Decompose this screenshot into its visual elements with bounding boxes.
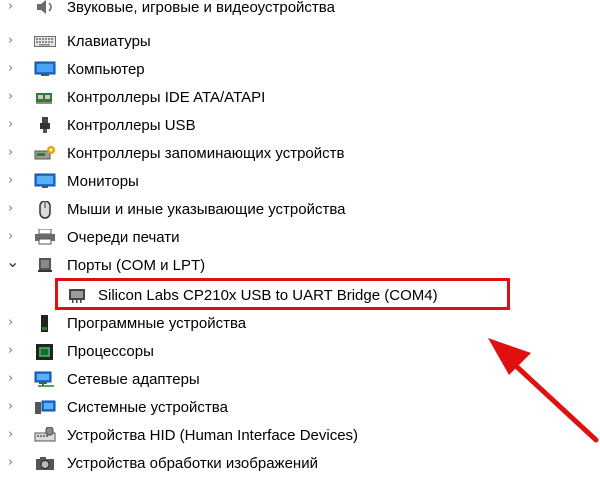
chevron-right-icon[interactable]: › xyxy=(8,456,20,469)
tree-item-label: Контроллеры USB xyxy=(67,117,196,134)
tree-item-label: Устройства HID (Human Interface Devices) xyxy=(67,427,359,444)
chevron-right-icon[interactable]: › xyxy=(8,344,20,357)
tree-item-label: Устройства обработки изображений xyxy=(67,455,318,472)
chevron-right-icon[interactable]: › xyxy=(8,202,20,215)
tree-item-label: Мониторы xyxy=(67,173,139,190)
chevron-right-icon[interactable]: › xyxy=(8,90,20,103)
tree-item-network-adapters[interactable]: › Сетевые адаптеры xyxy=(0,366,560,394)
tree-item-hid[interactable]: › Устройства HID (Human Interface Device… xyxy=(0,422,560,450)
tree-item-storage-controllers[interactable]: › Контроллеры запоминающих устройств xyxy=(0,140,560,168)
system-devices-icon xyxy=(34,399,56,415)
chevron-right-icon[interactable]: › xyxy=(8,62,20,75)
tree-item-print-queues[interactable]: › Очереди печати xyxy=(0,224,560,252)
chevron-right-icon[interactable]: › xyxy=(8,34,20,47)
monitor-icon xyxy=(34,173,56,189)
usb-icon xyxy=(34,117,56,133)
chevron-right-icon[interactable]: › xyxy=(8,230,20,243)
processor-icon xyxy=(34,343,56,360)
chevron-right-icon[interactable]: › xyxy=(8,372,20,385)
hid-icon xyxy=(34,426,56,443)
tree-item-label: Порты (COM и LPT) xyxy=(67,257,206,274)
tree-item-computer[interactable]: › Компьютер xyxy=(0,56,560,84)
tree-item-label: Контроллеры IDE ATA/ATAPI xyxy=(67,89,266,106)
chevron-right-icon[interactable]: › xyxy=(8,146,20,159)
tree-item-label: Контроллеры запоминающих устройств xyxy=(67,145,345,162)
highlight-box xyxy=(55,278,510,310)
printer-icon xyxy=(34,228,56,245)
software-device-icon xyxy=(34,315,56,332)
tree-item-label: Клавиатуры xyxy=(67,33,151,50)
tree-item-system-devices[interactable]: › Системные устройства xyxy=(0,394,560,422)
chevron-right-icon[interactable]: › xyxy=(8,118,20,131)
speaker-icon xyxy=(34,0,56,15)
chevron-right-icon[interactable]: › xyxy=(8,0,20,13)
tree-item-ide-controllers[interactable]: › Контроллеры IDE ATA/ATAPI xyxy=(0,84,560,112)
tree-item-processors[interactable]: › Процессоры xyxy=(0,338,560,366)
network-adapter-icon xyxy=(34,371,56,387)
chevron-right-icon[interactable]: › xyxy=(8,400,20,413)
ide-controller-icon xyxy=(34,89,56,105)
chevron-right-icon[interactable]: › xyxy=(8,174,20,187)
chevron-down-icon[interactable]: ⌄ xyxy=(6,254,19,270)
tree-item-usb-controllers[interactable]: › Контроллеры USB xyxy=(0,112,560,140)
tree-item-label: Сетевые адаптеры xyxy=(67,371,200,388)
tree-item-label: Компьютер xyxy=(67,61,145,78)
tree-item-label: Мыши и иные указывающие устройства xyxy=(67,201,346,218)
chevron-right-icon[interactable]: › xyxy=(8,428,20,441)
tree-item-label: Процессоры xyxy=(67,343,154,360)
computer-icon xyxy=(34,61,56,77)
tree-item-label: Звуковые, игровые и видеоустройства xyxy=(67,0,335,16)
camera-icon xyxy=(34,455,56,471)
tree-item-label: Системные устройства xyxy=(67,399,228,416)
tree-item-keyboards[interactable]: › Клавиатуры xyxy=(0,28,560,56)
storage-controller-icon xyxy=(34,145,56,161)
tree-item-label: Программные устройства xyxy=(67,315,247,332)
keyboard-icon xyxy=(34,33,56,49)
tree-item-monitors[interactable]: › Мониторы xyxy=(0,168,560,196)
tree-item-software-devices[interactable]: › Программные устройства xyxy=(0,310,560,338)
tree-item-sound[interactable]: › Звуковые, игровые и видеоустройства xyxy=(0,0,560,22)
tree-item-mice[interactable]: › Мыши и иные указывающие устройства xyxy=(0,196,560,224)
tree-item-imaging-devices[interactable]: › Устройства обработки изображений xyxy=(0,450,560,478)
mouse-icon xyxy=(34,200,56,219)
chevron-right-icon[interactable]: › xyxy=(8,316,20,329)
port-icon xyxy=(34,257,56,273)
device-tree: › Звуковые, игровые и видеоустройства › … xyxy=(0,0,600,472)
tree-item-label: Очереди печати xyxy=(67,229,180,246)
tree-item-ports[interactable]: ⌄ Порты (COM и LPT) xyxy=(0,252,560,280)
